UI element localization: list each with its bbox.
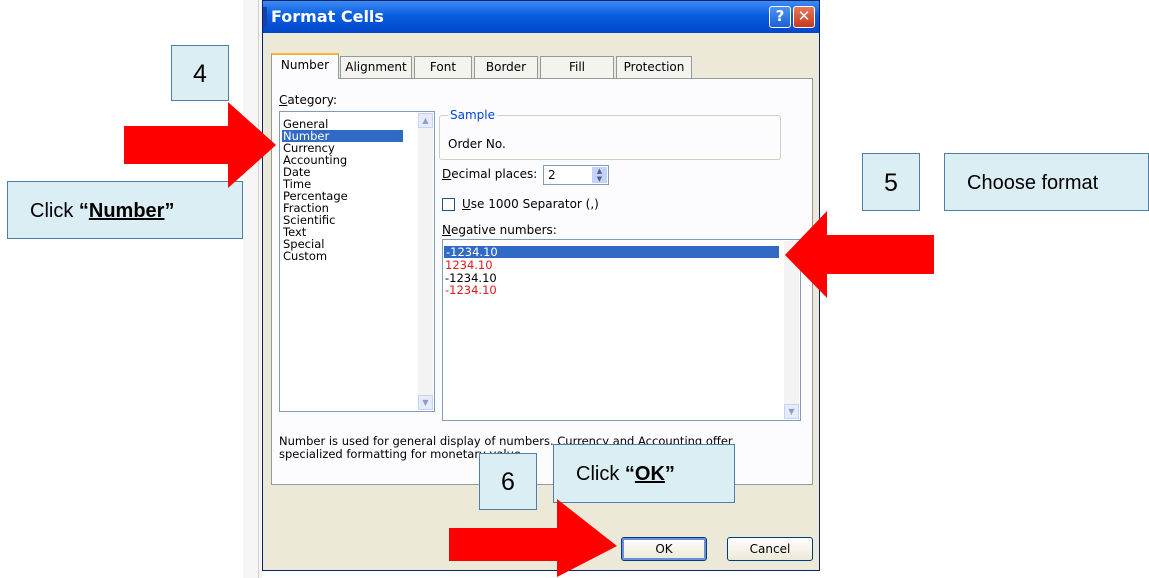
negative-format-item[interactable]: -1234.10	[445, 284, 497, 296]
scroll-up-icon[interactable]: ▲	[418, 113, 433, 128]
title-bar-edge	[263, 7, 267, 27]
step-4-callout-prefix: Click	[30, 200, 79, 222]
step-5-callout-text: Choose format	[967, 172, 1099, 194]
tab-fill[interactable]: Fill	[540, 56, 614, 78]
cancel-button[interactable]: Cancel	[727, 537, 813, 561]
decimal-places-label: Decimal places:	[442, 167, 538, 181]
step-6-arrow-icon	[449, 499, 617, 577]
category-label: Category:	[279, 93, 337, 107]
step-6-callout-target: “OK”	[624, 463, 675, 485]
ok-button[interactable]: OK	[621, 537, 707, 561]
negative-numbers-list[interactable]: -1234.10 1234.10 -1234.10 -1234.10 ▼	[442, 239, 801, 421]
negative-numbers-label: Negative numbers:	[442, 223, 557, 237]
tab-border[interactable]: Border	[474, 56, 538, 78]
negative-format-item[interactable]: 1234.10	[445, 259, 493, 271]
sample-group: Sample Order No.	[439, 108, 781, 160]
step-5-arrow-icon	[785, 211, 934, 298]
step-6-callout-prefix: Click	[576, 463, 625, 485]
format-cells-dialog: Format Cells ? ✕ Alignment Font Border F…	[262, 0, 820, 571]
spin-up-icon[interactable]: ▲	[592, 167, 607, 175]
negative-format-item[interactable]: -1234.10	[444, 246, 779, 258]
tab-font[interactable]: Font	[414, 56, 472, 78]
sample-value: Order No.	[448, 137, 506, 151]
category-item[interactable]: Custom	[283, 250, 327, 262]
category-scrollbar[interactable]: ▲ ▼	[418, 113, 433, 410]
step-4-arrow-icon	[124, 102, 276, 188]
number-tab-panel: Category: General Number Currency Accoun…	[271, 78, 813, 485]
spreadsheet-background	[243, 0, 262, 578]
sample-group-label: Sample	[448, 108, 497, 122]
spreadsheet-gridline	[258, 0, 259, 578]
step-6-callout: Click “OK”	[553, 444, 735, 503]
spin-down-icon[interactable]: ▼	[592, 175, 607, 183]
decimal-places-input[interactable]: 2 ▲ ▼	[543, 165, 609, 185]
separator-checkbox[interactable]	[442, 198, 455, 211]
tab-protection[interactable]: Protection	[616, 56, 692, 78]
decimal-places-value: 2	[548, 168, 556, 182]
tab-alignment[interactable]: Alignment	[340, 56, 412, 78]
separator-label: Use 1000 Separator (,)	[462, 197, 599, 211]
dialog-title: Format Cells	[271, 7, 384, 26]
tab-number[interactable]: Number	[271, 53, 339, 79]
category-list[interactable]: General Number Currency Accounting Date …	[279, 111, 435, 412]
title-bar[interactable]: Format Cells ? ✕	[263, 1, 819, 33]
step-5-number-box: 5	[862, 153, 920, 211]
step-5-callout: Choose format	[944, 153, 1149, 211]
scroll-down-icon[interactable]: ▼	[784, 404, 799, 419]
help-button[interactable]: ?	[769, 6, 791, 28]
step-4-callout-target: “Number”	[78, 200, 175, 222]
close-button[interactable]: ✕	[793, 6, 815, 28]
step-4-number-box: 4	[171, 45, 229, 101]
scroll-down-icon[interactable]: ▼	[418, 395, 433, 410]
